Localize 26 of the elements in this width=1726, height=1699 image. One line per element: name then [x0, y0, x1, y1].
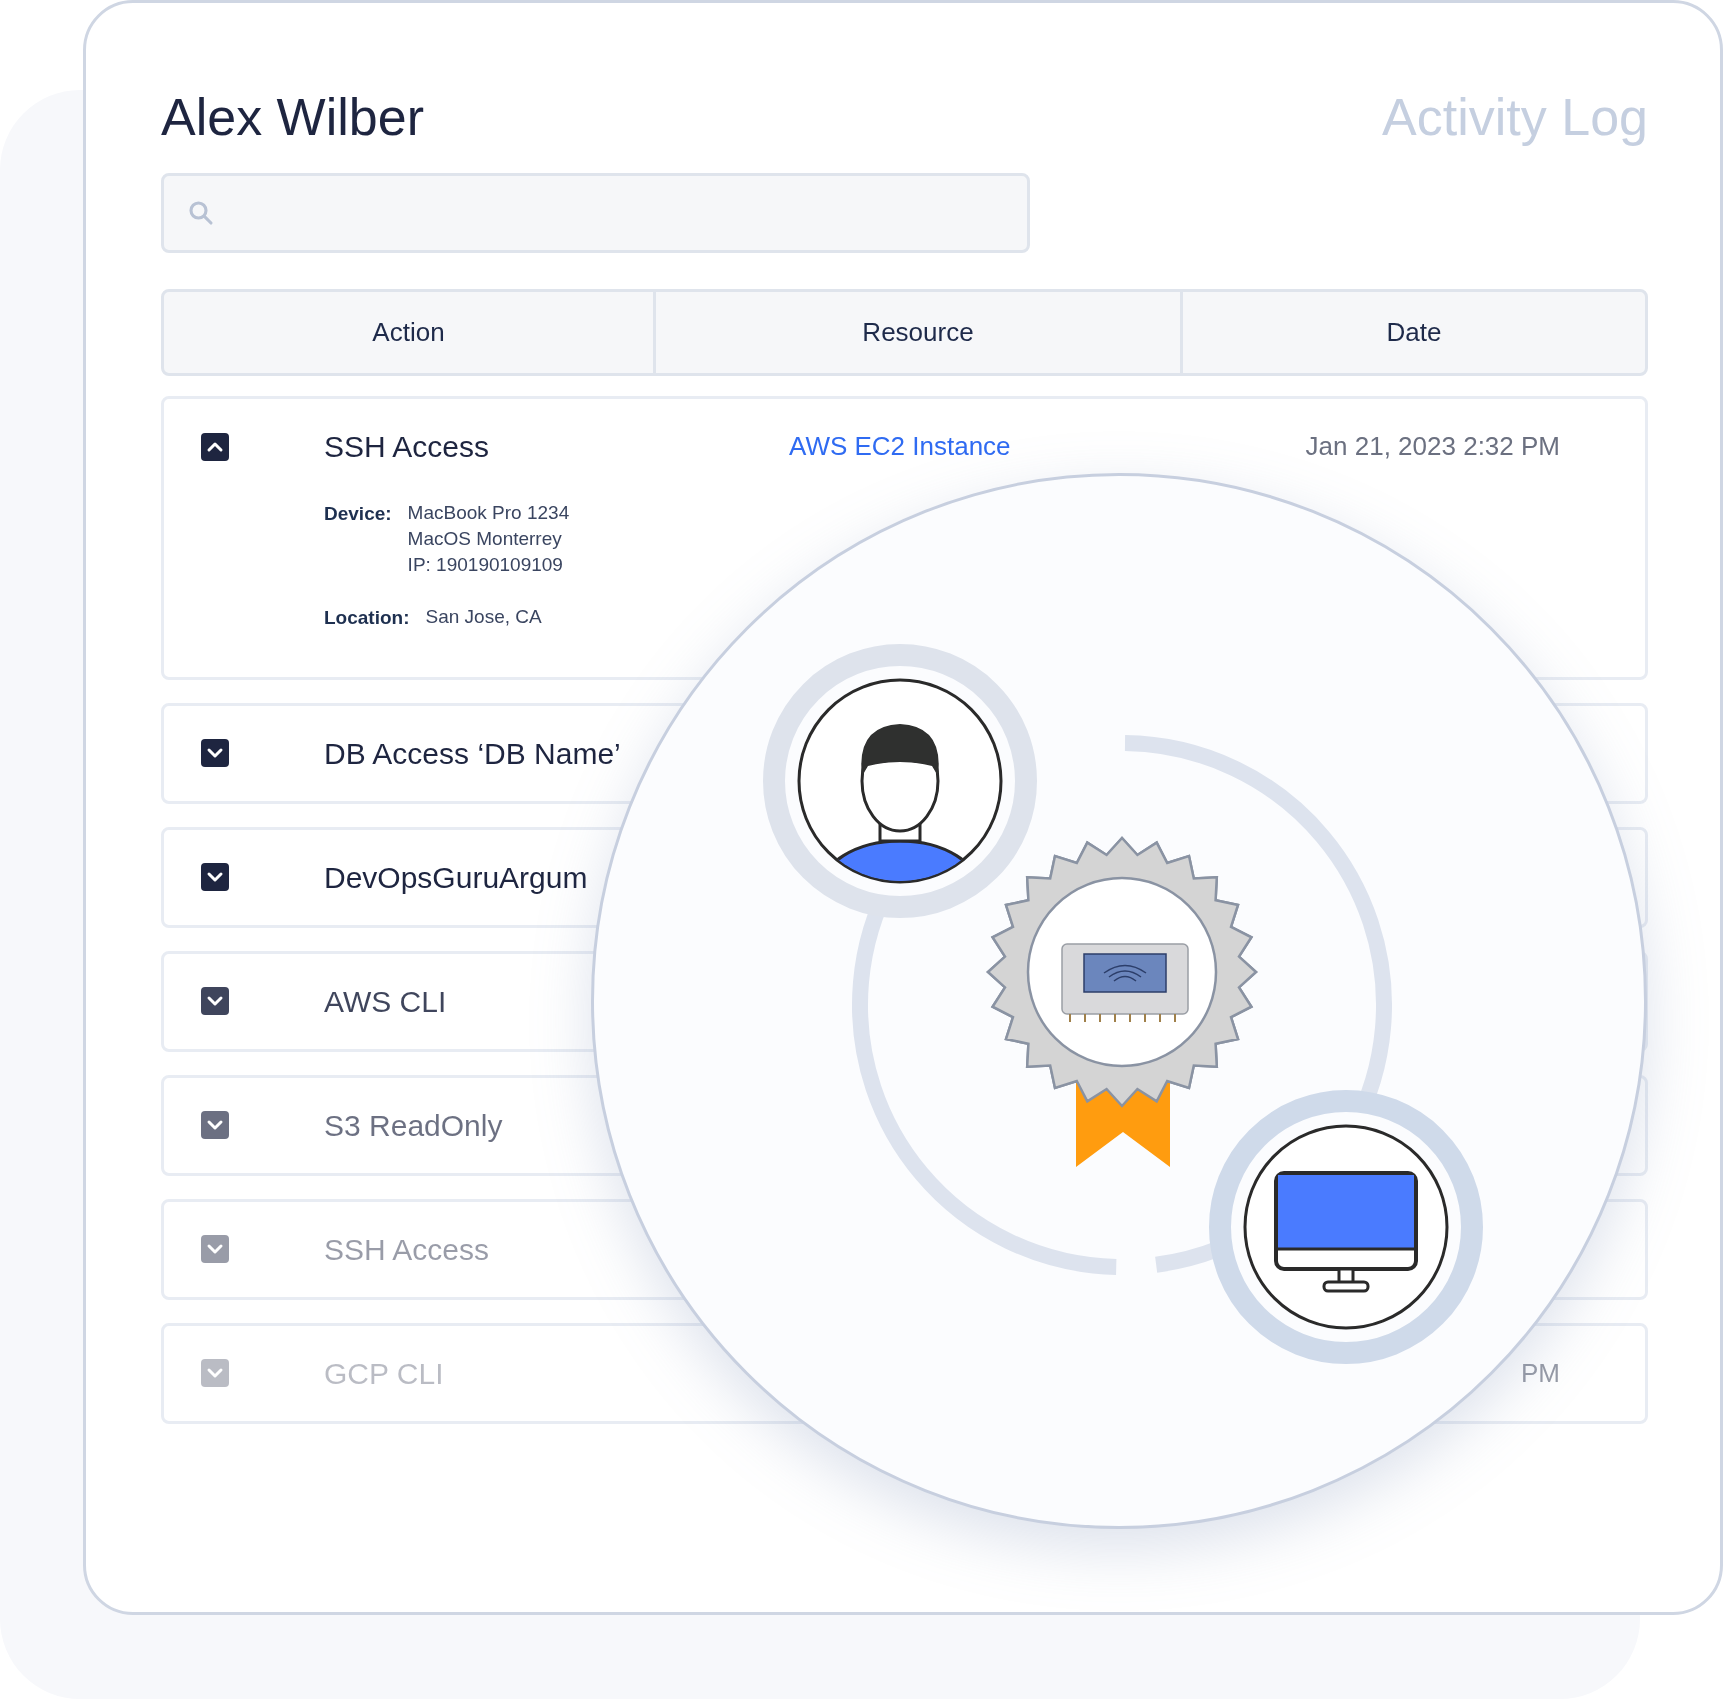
page-title: Activity Log	[1382, 87, 1648, 148]
column-header[interactable]: Action	[372, 313, 445, 352]
action-text: S3 ReadOnly	[324, 1107, 504, 1144]
user-name: Alex Wilber	[161, 87, 424, 148]
action-text: SSH Access	[324, 1231, 491, 1268]
detail-value: MacOS Monterrey	[407, 527, 563, 551]
resource-link[interactable]: AWS EC2 Instance	[789, 427, 1011, 466]
action-text: DB Access ‘DB Name’	[324, 735, 622, 772]
column-header[interactable]: Date	[1386, 313, 1442, 352]
chevron-down-icon[interactable]	[201, 739, 229, 767]
action-text: DevOpsGuruArgum	[324, 859, 589, 896]
date-text: PM	[1521, 1356, 1560, 1390]
chevron-down-icon[interactable]	[201, 987, 229, 1015]
search-field[interactable]	[161, 173, 1030, 253]
date-text: Jan 21, 2023 2:32 PM	[1305, 430, 1560, 463]
detail-value: MacBook Pro 1234	[407, 501, 570, 525]
action-text: SSH Access	[324, 429, 491, 465]
column-header[interactable]: Resource	[862, 313, 974, 352]
detail-label: Location:	[324, 606, 410, 630]
action-text: GCP CLI	[324, 1355, 445, 1392]
action-text: AWS CLI	[324, 983, 448, 1020]
detail-value: San Jose, CA	[425, 605, 542, 629]
detail-value: IP: 190190109109	[407, 553, 564, 577]
chevron-down-icon[interactable]	[201, 863, 229, 891]
chevron-up-icon[interactable]	[201, 432, 229, 461]
detail-label: Device:	[324, 502, 392, 526]
